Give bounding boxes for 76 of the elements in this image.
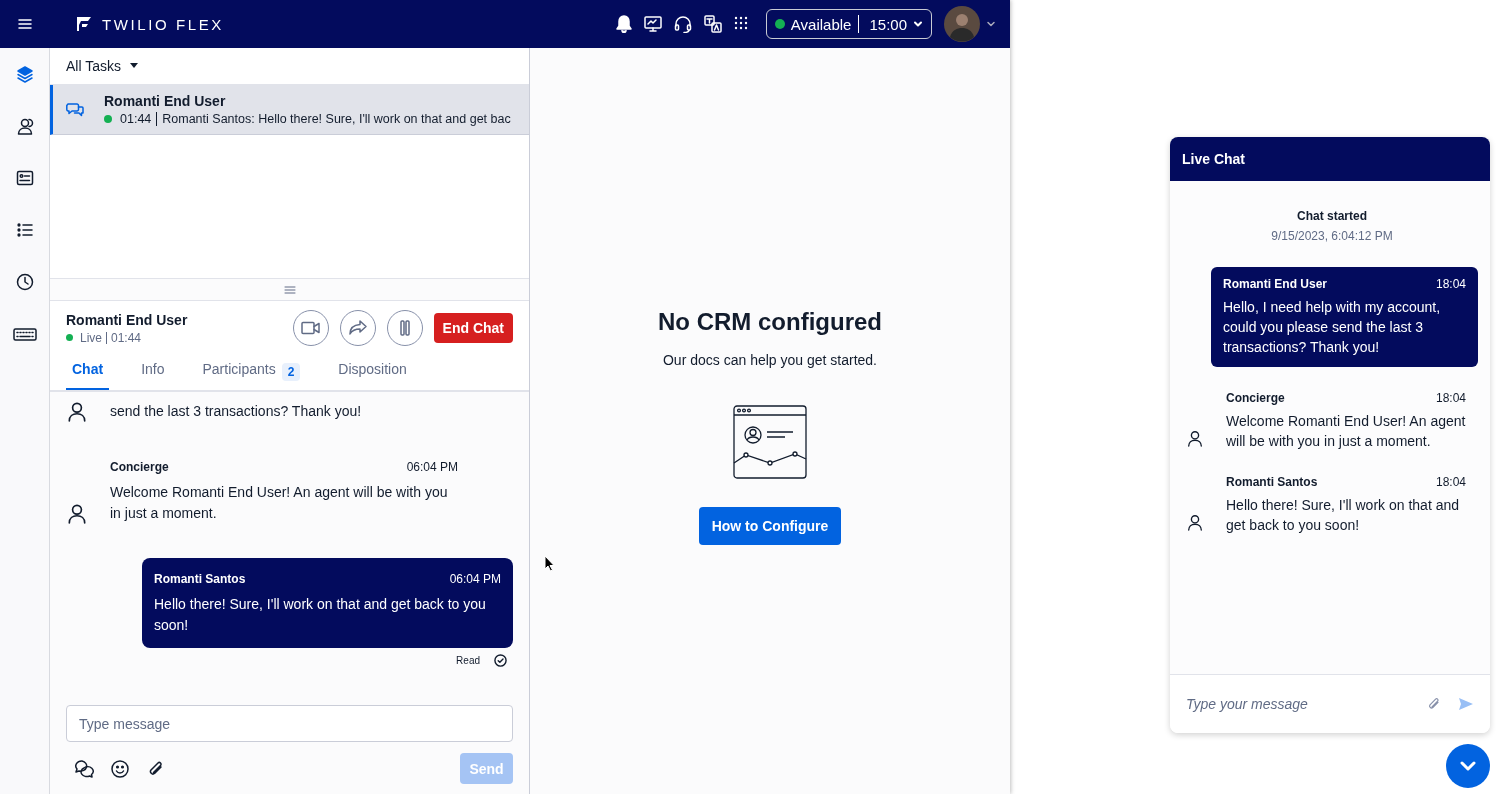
task-preview: Romanti Santos: Hello there! Sure, I'll work on that and get bac [162,112,511,126]
user-avatar[interactable] [944,6,980,42]
tab[interactable]: Info [135,355,171,390]
task-timer: 01:44 [120,112,152,126]
message-time: 06:04 PM [449,572,501,586]
clock-icon[interactable] [14,272,35,292]
message-input[interactable]: Type your message [1186,689,1410,719]
message-text: Hello there! Sure, I'll work on that and get back to you soon! [1226,496,1461,535]
message-author: Romanti Santos [154,572,246,586]
person-icon [66,502,88,524]
message-text: Welcome Romanti End User! An agent will be with you in just a moment. [110,483,449,523]
status-timer: 15:00 [869,15,907,33]
chat-started-label: Chat started [1296,209,1368,223]
tab[interactable]: Participants 2 [196,355,307,390]
chat-started-time: 9/15/2023, 6:04:12 PM [1270,229,1394,243]
customer-name: Romanti End User [66,311,188,328]
chat-bubbles-icon[interactable] [74,758,94,779]
participant-count: 2 [281,363,301,381]
message-time: 18:04 [1435,391,1466,405]
task-filter[interactable]: All Tasks [66,58,121,74]
message-time: 18:04 [1435,475,1466,489]
message-text: Welcome Romanti End User! An agent will be with you in just a moment. [1226,412,1466,451]
chat-title: Live Chat [1182,151,1245,167]
chat-timer: 01:44 [111,330,142,345]
message-author: Romanti Santos [1226,475,1318,489]
message-text: send the last 3 transactions? Thank you! [110,402,363,421]
emoji-icon[interactable] [110,758,130,779]
person-icon [1186,513,1204,531]
menu-icon[interactable] [18,17,32,31]
read-receipt: Read [456,655,480,666]
status-label: Available [790,15,852,33]
drag-handle-icon[interactable] [283,285,296,294]
caret-down-icon[interactable] [129,63,139,69]
message-author: Concierge [1226,391,1285,405]
brand-name: TWILIO FLEX [102,15,224,33]
message-author: Romanti End User [1223,277,1327,291]
chat-status: Live [80,330,102,345]
tab[interactable]: Disposition [332,355,413,390]
message-text: Hello, I need help with my account, could you please send the last 3 transactions? Thank you! [1223,298,1442,357]
pause-button[interactable] [386,310,423,346]
collapse-chat-button[interactable] [1446,744,1490,788]
task-title: Romanti End User [104,93,227,109]
id-card-icon[interactable] [14,168,35,188]
paperclip-icon[interactable] [1426,696,1442,712]
end-chat-button[interactable]: End Chat [433,313,513,343]
task-item[interactable]: Romanti End User 01:44 Romanti Santos: Hello there! Sure, I'll work on that and get bac [50,85,529,135]
translate-icon[interactable] [703,15,722,33]
status-dropdown[interactable]: Available 15:00 [765,9,932,39]
chevron-down-icon[interactable] [986,19,996,29]
message-author: Concierge [110,460,169,474]
person-icon [66,400,88,422]
chevron-down-icon [913,19,923,29]
tab[interactable]: Chat [66,355,110,390]
message-text: Hello there! Sure, I'll work on that and get back to you soon! [154,595,487,635]
chat-bubbles-icon [66,102,84,118]
pause-icon [399,320,410,336]
chevron-down-icon [1460,761,1476,771]
check-circle-icon [494,654,507,667]
empty-state-title: No CRM configured [658,308,882,336]
how-to-configure-button[interactable]: How to Configure [698,507,842,545]
bell-icon[interactable] [615,15,632,33]
video-button[interactable] [292,310,329,346]
empty-state-text: Our docs can help you get started. [663,352,877,368]
mouse-cursor-icon [544,555,555,572]
message-time: 18:04 [1435,277,1466,291]
monitor-icon[interactable] [643,15,662,33]
message-time: 06:04 PM [406,460,458,474]
headset-icon[interactable] [673,15,692,33]
logo-icon [76,16,92,32]
person-icon [1186,429,1204,447]
message-input[interactable]: Type message [66,705,513,742]
video-camera-icon [300,321,321,335]
share-arrow-icon [347,320,368,336]
apps-grid-icon[interactable] [733,16,748,32]
transfer-button[interactable] [339,310,376,346]
layers-icon[interactable] [14,64,35,84]
